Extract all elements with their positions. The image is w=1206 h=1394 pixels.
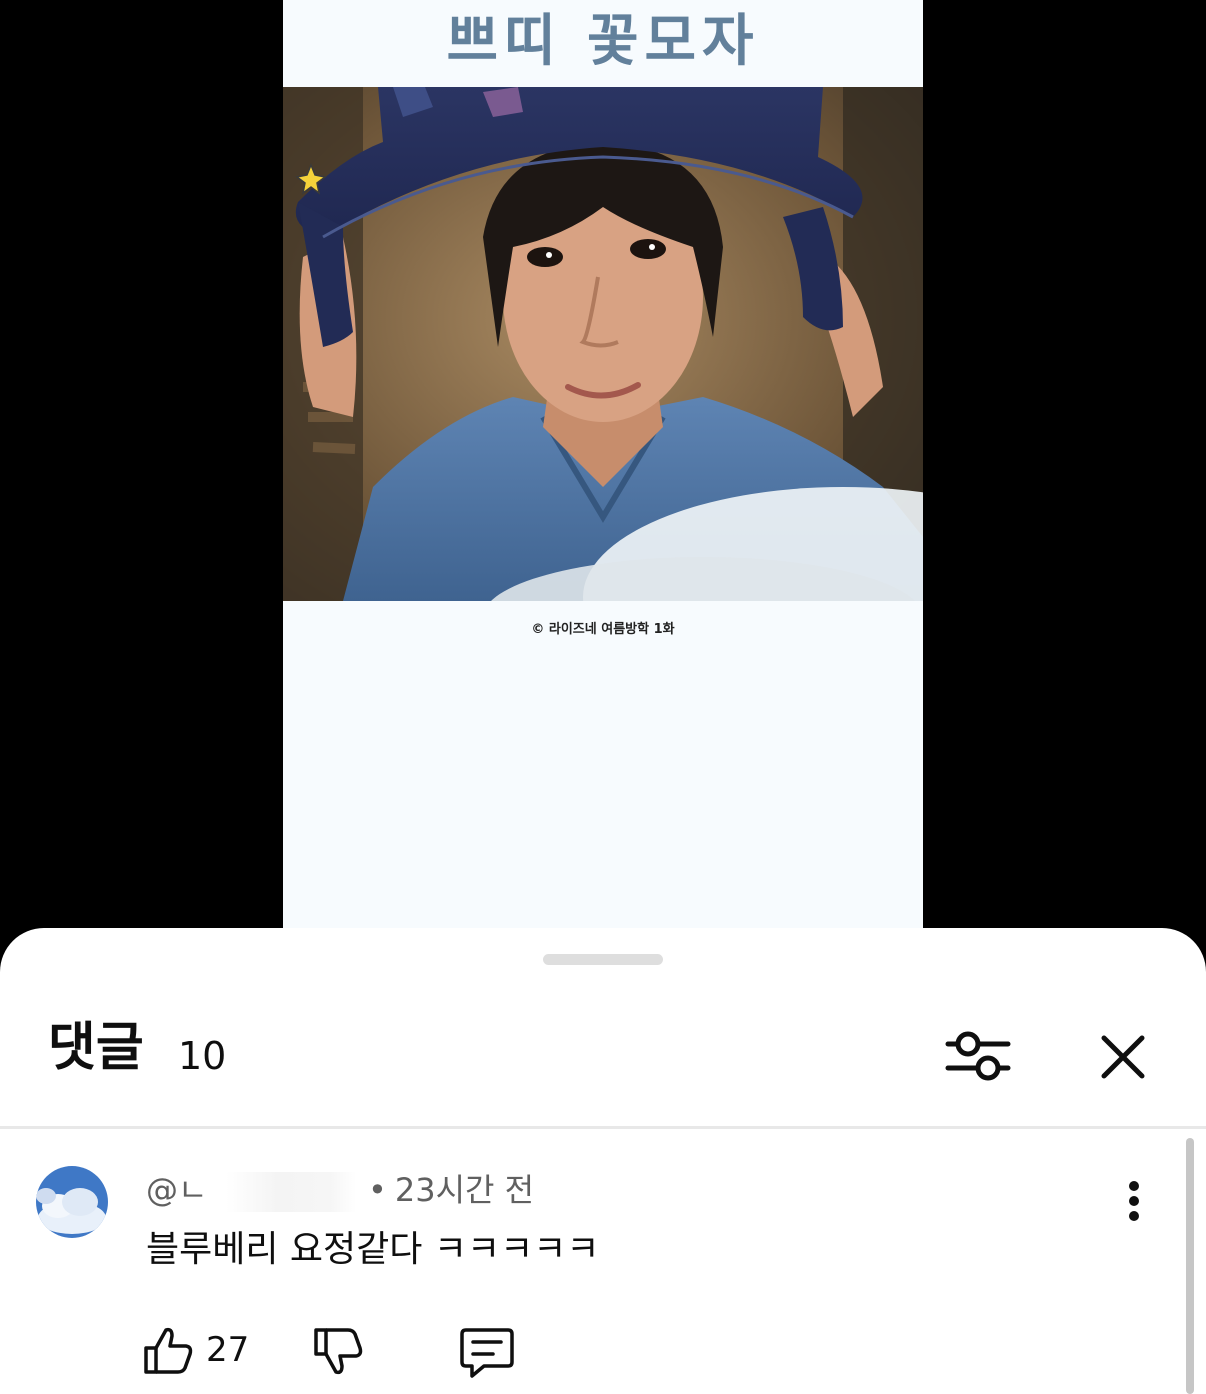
more-vertical-icon [1129, 1181, 1139, 1221]
close-icon [1101, 1035, 1145, 1079]
comments-title: 댓글 [48, 1018, 144, 1078]
sky-clouds-avatar-image [36, 1166, 108, 1238]
dislike-button[interactable] [310, 1324, 366, 1380]
commenter-avatar[interactable] [36, 1166, 108, 1238]
comment-meta: @ㄴ • 23시간 전 [146, 1168, 534, 1212]
reply-button[interactable] [458, 1324, 516, 1380]
comments-count: 10 [178, 1034, 227, 1078]
video-title-text: 쁘띠 꽃모자 [446, 9, 760, 74]
comment-text: 블루베리 요정같다 ㅋㅋㅋㅋㅋ [146, 1229, 600, 1270]
like-button[interactable] [140, 1322, 196, 1378]
filter-button[interactable] [944, 1026, 1012, 1086]
thumbs-up-icon [144, 1327, 193, 1374]
shorts-player-screen: 쁘띠 꽃모자 © 라이즈네 여름방학 1화 댓글 10 @ㄴ • 23시간 전 … [0, 0, 1206, 1394]
comment-more-button[interactable] [1114, 1178, 1154, 1224]
video-photo [283, 87, 923, 601]
redacted-handle [226, 1172, 356, 1212]
comment-timestamp: 23시간 전 [394, 1171, 535, 1209]
thumbs-down-icon [314, 1328, 363, 1375]
comments-bottom-sheet: 댓글 10 @ㄴ • 23시간 전 블루베리 요정같다 ㅋㅋㅋㅋㅋ 27 [0, 928, 1206, 1394]
video-source-caption: © 라이즈네 여름방학 1화 [531, 622, 675, 637]
sheet-drag-handle[interactable] [543, 954, 663, 965]
comment-author-handle[interactable]: @ㄴ [146, 1168, 226, 1212]
meta-separator: • [368, 1171, 387, 1209]
sliders-icon [945, 1031, 1011, 1081]
video-frame[interactable]: 쁘띠 꽃모자 © 라이즈네 여름방학 1화 [283, 0, 923, 935]
close-button[interactable] [1096, 1030, 1150, 1084]
comments-scrollbar[interactable] [1186, 1138, 1194, 1394]
reply-comment-icon [460, 1328, 514, 1378]
header-divider [0, 1126, 1206, 1129]
like-count: 27 [206, 1330, 250, 1370]
person-in-bucket-hat-image [283, 87, 923, 601]
